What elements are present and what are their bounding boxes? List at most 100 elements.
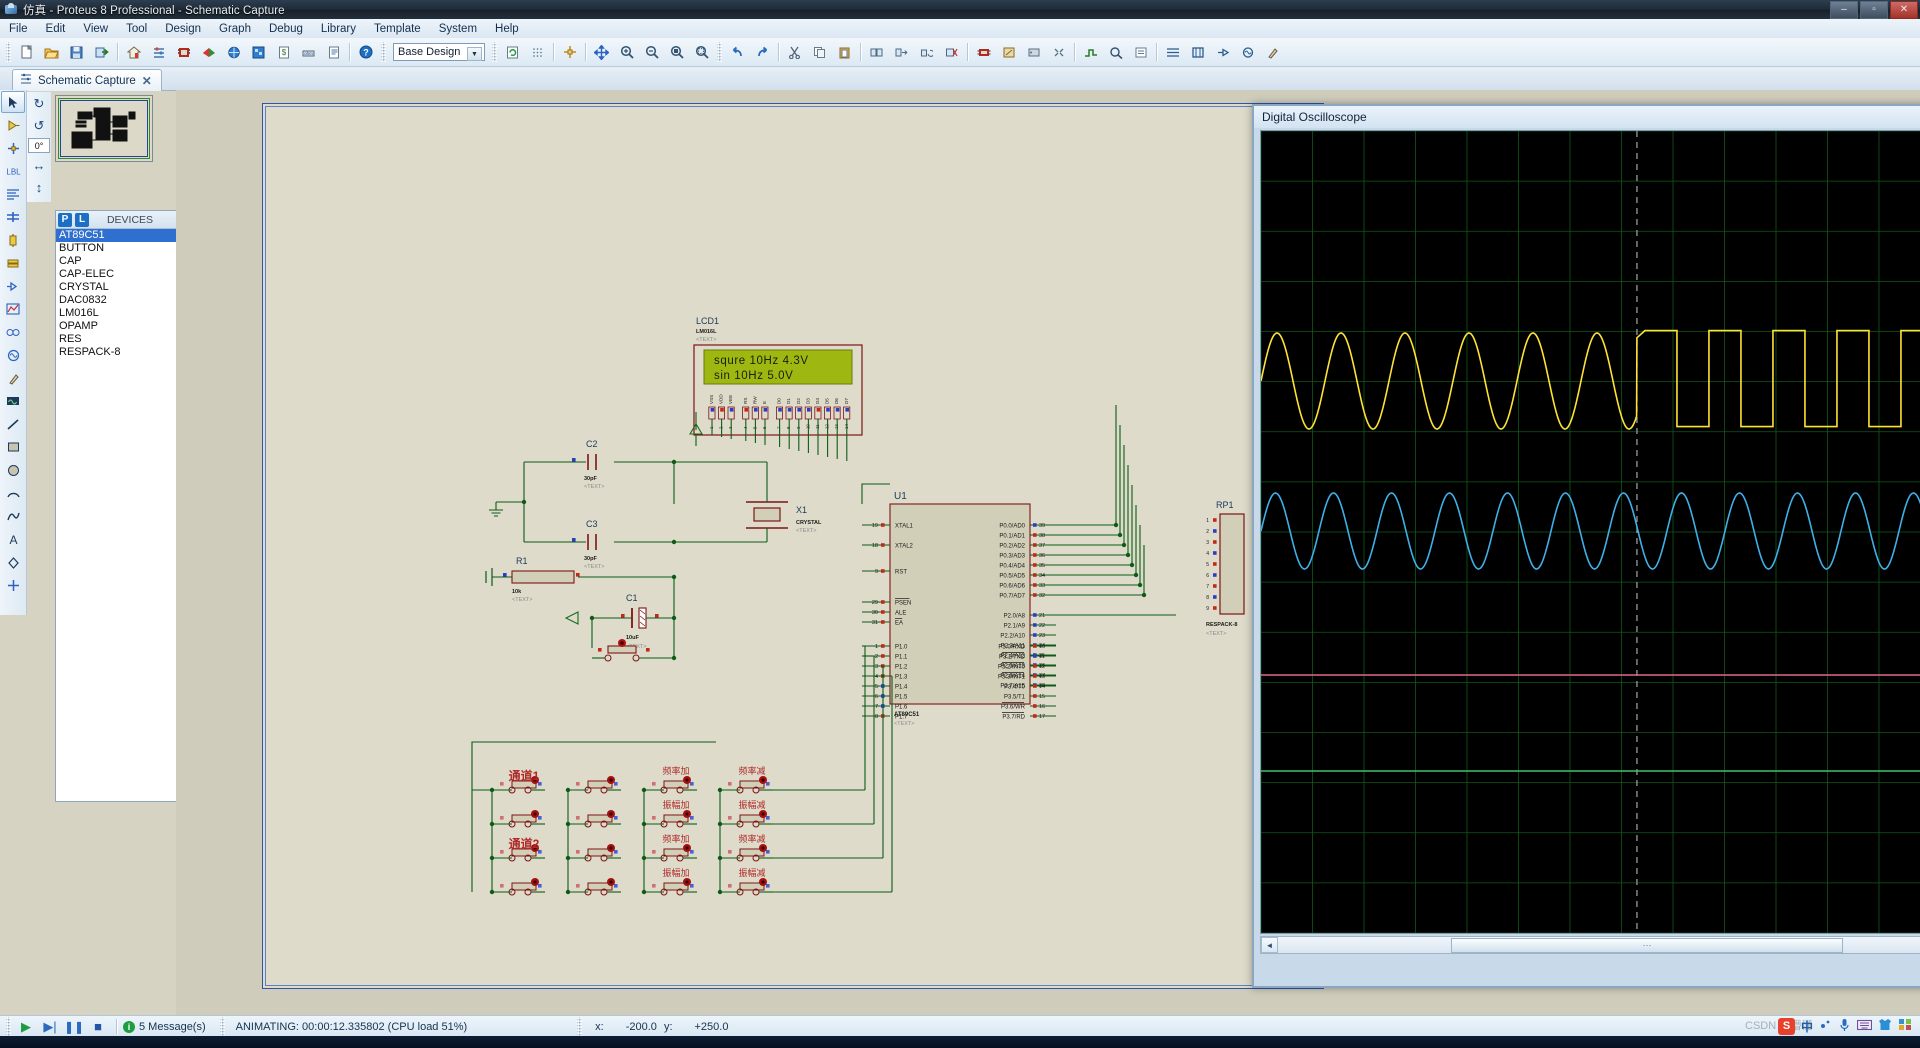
- menu-design[interactable]: Design: [156, 21, 210, 37]
- toolbar-grip[interactable]: [6, 42, 11, 62]
- open-folder-icon[interactable]: [40, 41, 63, 64]
- menu-graph[interactable]: Graph: [210, 21, 260, 37]
- marker-icon[interactable]: [1, 574, 25, 596]
- design-explorer-icon[interactable]: [247, 41, 270, 64]
- box-icon[interactable]: [1, 436, 25, 458]
- overview-preview[interactable]: [55, 95, 153, 162]
- origin-icon[interactable]: [558, 41, 581, 64]
- library-l-button[interactable]: L: [75, 212, 89, 227]
- shirt-icon[interactable]: [1878, 1018, 1892, 1034]
- cut-icon[interactable]: [783, 41, 806, 64]
- menu-file[interactable]: File: [0, 21, 37, 37]
- pause-button[interactable]: ❚❚: [64, 1018, 84, 1035]
- input-mode-icon[interactable]: [1819, 1018, 1832, 1034]
- message-count[interactable]: 5 Message(s): [139, 1021, 206, 1033]
- menu-edit[interactable]: Edit: [37, 21, 75, 37]
- zoom-area-icon[interactable]: [665, 41, 688, 64]
- oscilloscope-display[interactable]: [1260, 130, 1920, 934]
- device-list-item[interactable]: BUTTON: [56, 242, 176, 255]
- zoom-all-icon[interactable]: [690, 41, 713, 64]
- zoom-out-icon[interactable]: [640, 41, 663, 64]
- symbol-icon[interactable]: [1, 551, 25, 573]
- component-icon[interactable]: [1, 114, 25, 136]
- save-as-icon[interactable]: [90, 41, 113, 64]
- chevron-down-icon[interactable]: ▼: [467, 47, 482, 61]
- menu-view[interactable]: View: [74, 21, 117, 37]
- redo-icon[interactable]: [751, 41, 774, 64]
- property-assign-icon[interactable]: [1129, 41, 1152, 64]
- digital-oscilloscope-window[interactable]: Digital Oscilloscope ◄ ⋯: [1252, 104, 1920, 988]
- text-icon[interactable]: [1, 183, 25, 205]
- menu-library[interactable]: Library: [312, 21, 365, 37]
- line-icon[interactable]: [1, 413, 25, 435]
- bom-icon[interactable]: $: [272, 41, 295, 64]
- arc-icon[interactable]: [1, 482, 25, 504]
- pick-device-icon[interactable]: [972, 41, 995, 64]
- home-icon[interactable]: [122, 41, 145, 64]
- menu-debug[interactable]: Debug: [260, 21, 312, 37]
- pcb-icon[interactable]: [172, 41, 195, 64]
- ime-chinese-icon[interactable]: 中: [1801, 1018, 1813, 1035]
- packaging-icon[interactable]: [1022, 41, 1045, 64]
- wire-autorouter-icon[interactable]: [1079, 41, 1102, 64]
- graph-icon[interactable]: [1, 298, 25, 320]
- redraw-icon[interactable]: [501, 41, 524, 64]
- device-list-item[interactable]: CRYSTAL: [56, 281, 176, 294]
- stop-button[interactable]: ■: [88, 1018, 108, 1035]
- scroll-thumb[interactable]: ⋯: [1451, 938, 1843, 953]
- 3d-visualizer-icon[interactable]: [222, 41, 245, 64]
- block-rotate-icon[interactable]: [915, 41, 938, 64]
- generator-icon[interactable]: [1236, 41, 1259, 64]
- rotation-degrees[interactable]: 0°: [28, 138, 50, 153]
- circle-icon[interactable]: [1, 459, 25, 481]
- close-icon[interactable]: ✕: [142, 74, 152, 88]
- probe-icon[interactable]: [1261, 41, 1284, 64]
- minimize-button[interactable]: –: [1830, 1, 1858, 19]
- close-button[interactable]: ✕: [1890, 1, 1918, 19]
- decompose-icon[interactable]: [1047, 41, 1070, 64]
- mirror-vertical-icon[interactable]: ↕: [29, 177, 49, 197]
- grid-dots-icon[interactable]: [526, 41, 549, 64]
- oscilloscope-hscrollbar[interactable]: ◄ ⋯: [1260, 936, 1920, 954]
- apps-icon[interactable]: [1898, 1018, 1912, 1034]
- rotate-counterclockwise-icon[interactable]: ↺: [29, 116, 49, 136]
- menu-tool[interactable]: Tool: [117, 21, 156, 37]
- microphone-icon[interactable]: [1838, 1018, 1851, 1035]
- sogou-icon[interactable]: S: [1777, 1017, 1795, 1035]
- tape-icon[interactable]: [1, 321, 25, 343]
- virtual-instrument-icon[interactable]: [1, 390, 25, 412]
- toolbar-grip-4[interactable]: [717, 42, 722, 62]
- terminal-icon[interactable]: [1, 252, 25, 274]
- selection-icon[interactable]: [1, 91, 25, 113]
- path-icon[interactable]: [1, 505, 25, 527]
- help-icon[interactable]: ?: [354, 41, 377, 64]
- toolbar-grip-3[interactable]: [492, 42, 497, 62]
- device-list-item[interactable]: OPAMP: [56, 320, 176, 333]
- block-copy-icon[interactable]: [865, 41, 888, 64]
- terminal-icon[interactable]: [1211, 41, 1234, 64]
- keyboard-icon[interactable]: [1856, 1019, 1873, 1034]
- make-device-icon[interactable]: [997, 41, 1020, 64]
- zoom-in-icon[interactable]: [615, 41, 638, 64]
- bus-icon[interactable]: [1, 206, 25, 228]
- new-file-icon[interactable]: [15, 41, 38, 64]
- toolbar-grip-2[interactable]: [381, 42, 386, 62]
- device-list-item[interactable]: RES: [56, 333, 176, 346]
- step-button[interactable]: ▶|: [40, 1018, 60, 1035]
- copy-icon[interactable]: [808, 41, 831, 64]
- paste-icon[interactable]: [833, 41, 856, 64]
- junction-icon[interactable]: [1, 137, 25, 159]
- pick-device-p-button[interactable]: P: [58, 212, 72, 227]
- tab-schematic-capture[interactable]: Schematic Capture ✕: [12, 69, 162, 91]
- undo-icon[interactable]: [726, 41, 749, 64]
- report-icon[interactable]: [322, 41, 345, 64]
- search-tag-icon[interactable]: [1104, 41, 1127, 64]
- generator-icon[interactable]: [1, 344, 25, 366]
- device-list-item[interactable]: RESPACK-8: [56, 346, 176, 359]
- device-list-item[interactable]: LM016L: [56, 307, 176, 320]
- subcircuit-icon[interactable]: [1186, 41, 1209, 64]
- probe-voltage-icon[interactable]: [1, 367, 25, 389]
- maximize-button[interactable]: ▫: [1860, 1, 1888, 19]
- scroll-left-arrow-icon[interactable]: ◄: [1261, 937, 1278, 953]
- device-list-item[interactable]: CAP-ELEC: [56, 268, 176, 281]
